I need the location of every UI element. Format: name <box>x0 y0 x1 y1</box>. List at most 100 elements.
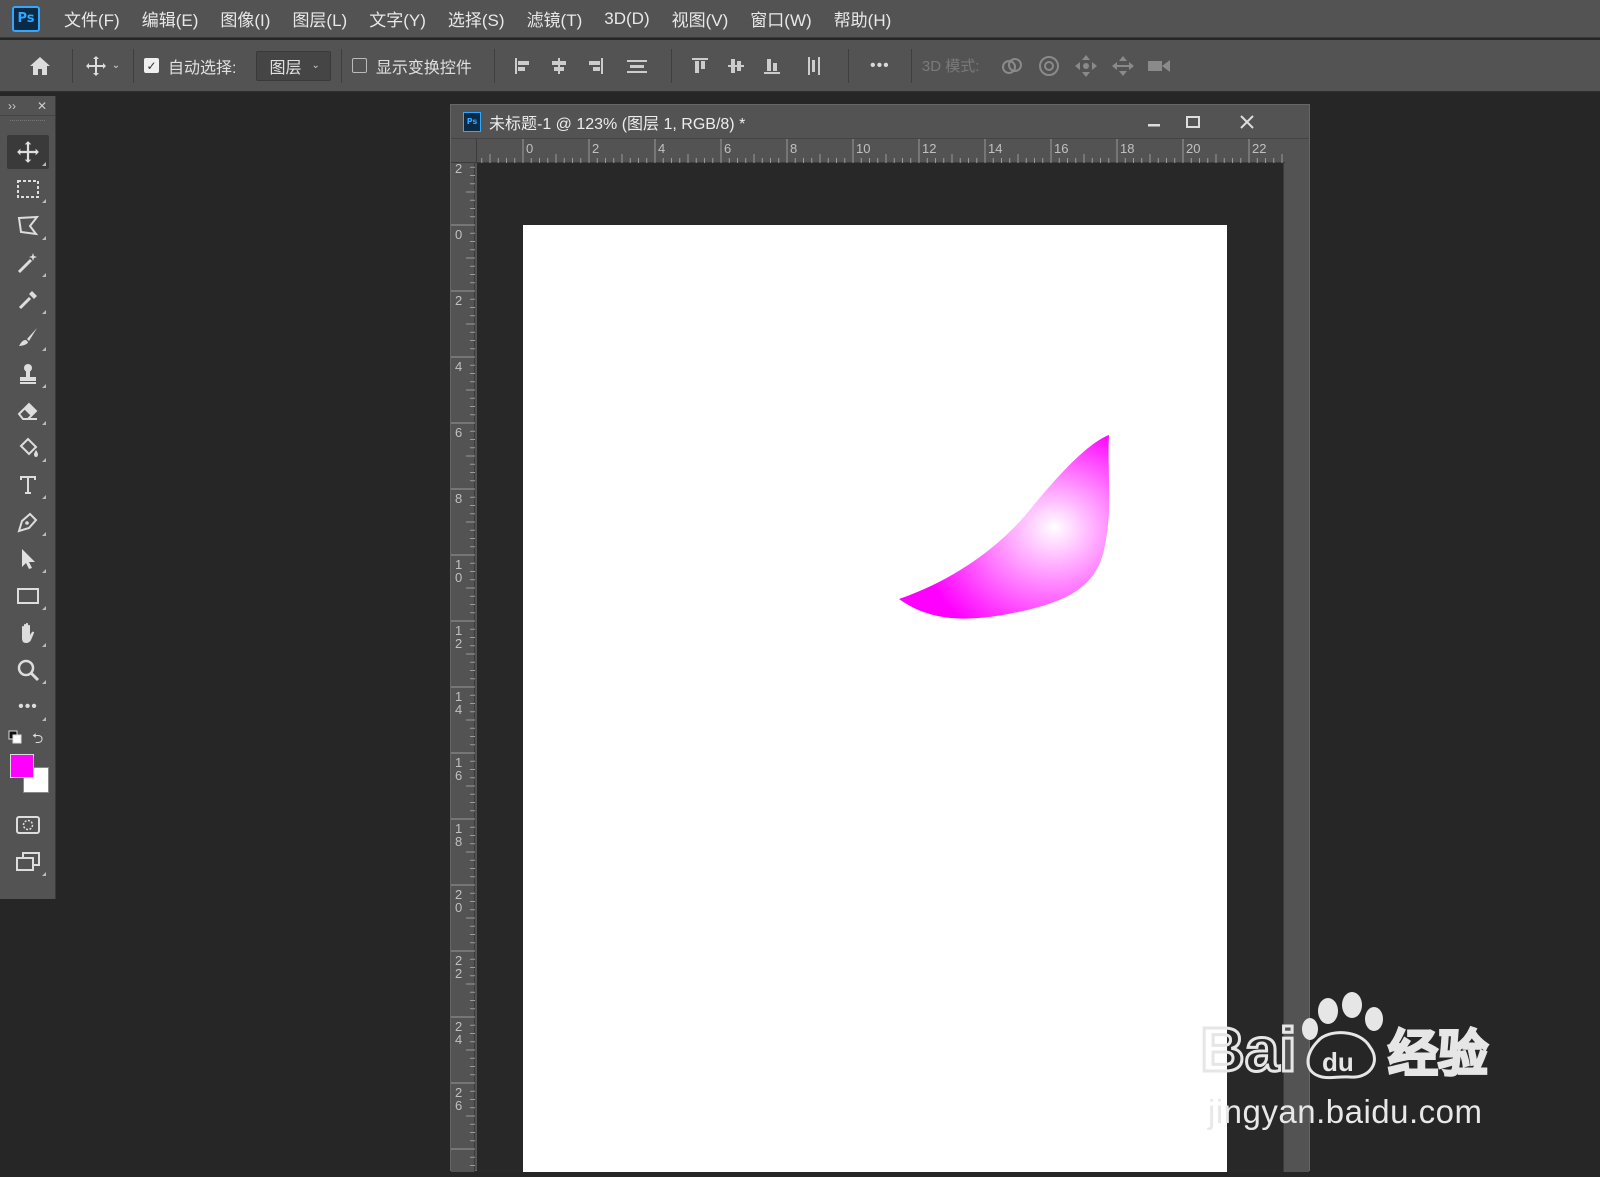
menu-filter[interactable]: 滤镜(T) <box>527 6 583 31</box>
swap-colors-icon[interactable]: ⮌ <box>32 728 43 752</box>
ruler-top-label: 8 <box>790 141 797 156</box>
orbit-3d-icon[interactable] <box>993 55 1030 77</box>
brush-tool[interactable] <box>7 320 49 354</box>
polygonal-lasso-tool[interactable] <box>7 209 49 243</box>
slide-3d-icon[interactable] <box>1104 54 1141 78</box>
auto-select-target-dropdown[interactable]: 图层 ⌄ <box>256 51 330 81</box>
chevron-down-icon[interactable]: ⌄ <box>109 60 123 71</box>
ruler-top-label: 4 <box>658 141 665 156</box>
svg-text:du: du <box>1322 1047 1354 1077</box>
ruler-top-label: 20 <box>1186 141 1200 156</box>
auto-select-label: 自动选择: <box>168 54 236 78</box>
menu-file[interactable]: 文件(F) <box>64 6 120 31</box>
path-selection-tool[interactable] <box>7 542 49 576</box>
screen-mode-tool[interactable] <box>7 845 49 879</box>
ruler-left-label: 8 <box>455 834 462 849</box>
roll-3d-icon[interactable] <box>1030 54 1067 78</box>
rectangle-tool[interactable] <box>7 579 49 613</box>
type-tool[interactable] <box>7 468 49 502</box>
panel-grip[interactable] <box>10 120 45 132</box>
eyedropper-tool[interactable] <box>7 283 49 317</box>
more-options-icon[interactable]: ••• <box>859 57 901 75</box>
ruler-top-label: 14 <box>988 141 1002 156</box>
close-panel-icon[interactable]: ✕ <box>37 99 47 113</box>
distribute-vertical-icon[interactable] <box>613 56 661 76</box>
document-title: 未标题-1 @ 123% (图层 1, RGB/8) * <box>489 110 745 134</box>
menu-type[interactable]: 文字(Y) <box>369 6 426 31</box>
menu-help[interactable]: 帮助(H) <box>834 6 892 31</box>
vertical-ruler[interactable]: 202468101214161820222426 <box>451 163 475 1172</box>
menu-image[interactable]: 图像(I) <box>220 6 270 31</box>
maximize-icon[interactable] <box>1175 105 1211 139</box>
svg-text:经验: 经验 <box>1388 1025 1488 1083</box>
ruler-left-label: 0 <box>455 900 462 915</box>
ruler-top-label: 22 <box>1252 141 1266 156</box>
ruler-origin[interactable] <box>451 139 477 163</box>
petal-shape[interactable] <box>523 225 1227 1172</box>
edit-toolbar-tool[interactable]: ••• <box>7 690 49 724</box>
home-icon[interactable] <box>18 55 62 77</box>
close-icon[interactable] <box>1224 105 1270 139</box>
polygonal-lasso-icon <box>16 214 40 238</box>
align-bottom-icon[interactable] <box>754 56 790 76</box>
ruler-left-label: 2 <box>455 636 462 651</box>
horizontal-ruler[interactable]: 0246810121416182022 <box>477 139 1285 163</box>
rectangular-marquee-tool[interactable] <box>7 172 49 206</box>
clone-stamp-tool[interactable] <box>7 357 49 391</box>
horizontal-ruler-ticks: 0246810121416182022 <box>477 139 1285 163</box>
tools-panel-header: ›› ✕ <box>0 96 55 116</box>
hand-tool[interactable] <box>7 616 49 650</box>
screen-mode-icon <box>15 851 41 873</box>
expand-panel-icon[interactable]: ›› <box>8 99 16 113</box>
zoom-tool[interactable] <box>7 653 49 687</box>
menu-layer[interactable]: 图层(L) <box>292 6 347 31</box>
align-left-icon[interactable] <box>505 56 541 76</box>
menu-edit[interactable]: 编辑(E) <box>142 6 199 31</box>
ruler-left-label: 6 <box>455 425 462 440</box>
paint-bucket-tool[interactable] <box>7 431 49 465</box>
align-top-icon[interactable] <box>682 56 718 76</box>
show-transform-checkbox[interactable] <box>352 58 367 73</box>
pen-tool[interactable] <box>7 505 49 539</box>
menu-window[interactable]: 窗口(W) <box>750 6 811 31</box>
watermark-url: jingyan.baidu.com <box>1208 1093 1483 1131</box>
separator <box>133 49 134 83</box>
vertical-ruler-ticks: 202468101214161820222426 <box>451 163 475 1172</box>
chevron-down-icon: ⌄ <box>311 60 319 71</box>
distribute-horizontal-icon[interactable] <box>790 55 838 77</box>
paint-bucket-icon <box>16 436 40 460</box>
foreground-color-swatch[interactable] <box>10 754 34 778</box>
document-canvas[interactable] <box>523 225 1227 1172</box>
ruler-left-label: 4 <box>455 1032 462 1047</box>
align-horizontal-center-icon[interactable] <box>541 56 577 76</box>
default-colors-icon[interactable] <box>8 730 22 749</box>
clone-stamp-icon <box>16 362 40 386</box>
move-tool-preset-icon[interactable] <box>83 55 109 77</box>
magic-wand-tool[interactable] <box>7 246 49 280</box>
magic-wand-icon <box>16 251 40 275</box>
pen-icon <box>16 510 40 534</box>
mode-3d-label: 3D 模式: <box>922 55 980 76</box>
quick-mask-tool[interactable] <box>7 808 49 842</box>
align-right-icon[interactable] <box>577 56 613 76</box>
eraser-tool[interactable] <box>7 394 49 428</box>
ruler-left-label: 8 <box>455 491 462 506</box>
align-vertical-center-icon[interactable] <box>718 56 754 76</box>
auto-select-checkbox[interactable]: ✓ <box>144 58 159 73</box>
scale-3d-camera-icon[interactable] <box>1141 56 1178 76</box>
separator <box>72 49 73 83</box>
document-window: Ps 未标题-1 @ 123% (图层 1, RGB/8) * 02468101… <box>450 104 1310 1171</box>
options-bar: ⌄ ✓ 自动选择: 图层 ⌄ 显示变换控件 ••• 3D 模式: <box>0 40 1600 92</box>
eraser-icon <box>16 399 40 423</box>
pan-3d-icon[interactable] <box>1067 54 1104 78</box>
menu-view[interactable]: 视图(V) <box>672 6 729 31</box>
minimize-icon[interactable] <box>1136 105 1172 139</box>
menu-select[interactable]: 选择(S) <box>448 6 505 31</box>
menu-3d[interactable]: 3D(D) <box>604 9 649 29</box>
ruler-top-label: 6 <box>724 141 731 156</box>
path-selection-icon <box>16 547 40 571</box>
move-tool[interactable] <box>7 135 49 169</box>
canvas-workspace[interactable] <box>477 163 1285 1172</box>
ruler-left-label: 0 <box>455 570 462 585</box>
zoom-icon <box>16 658 40 682</box>
